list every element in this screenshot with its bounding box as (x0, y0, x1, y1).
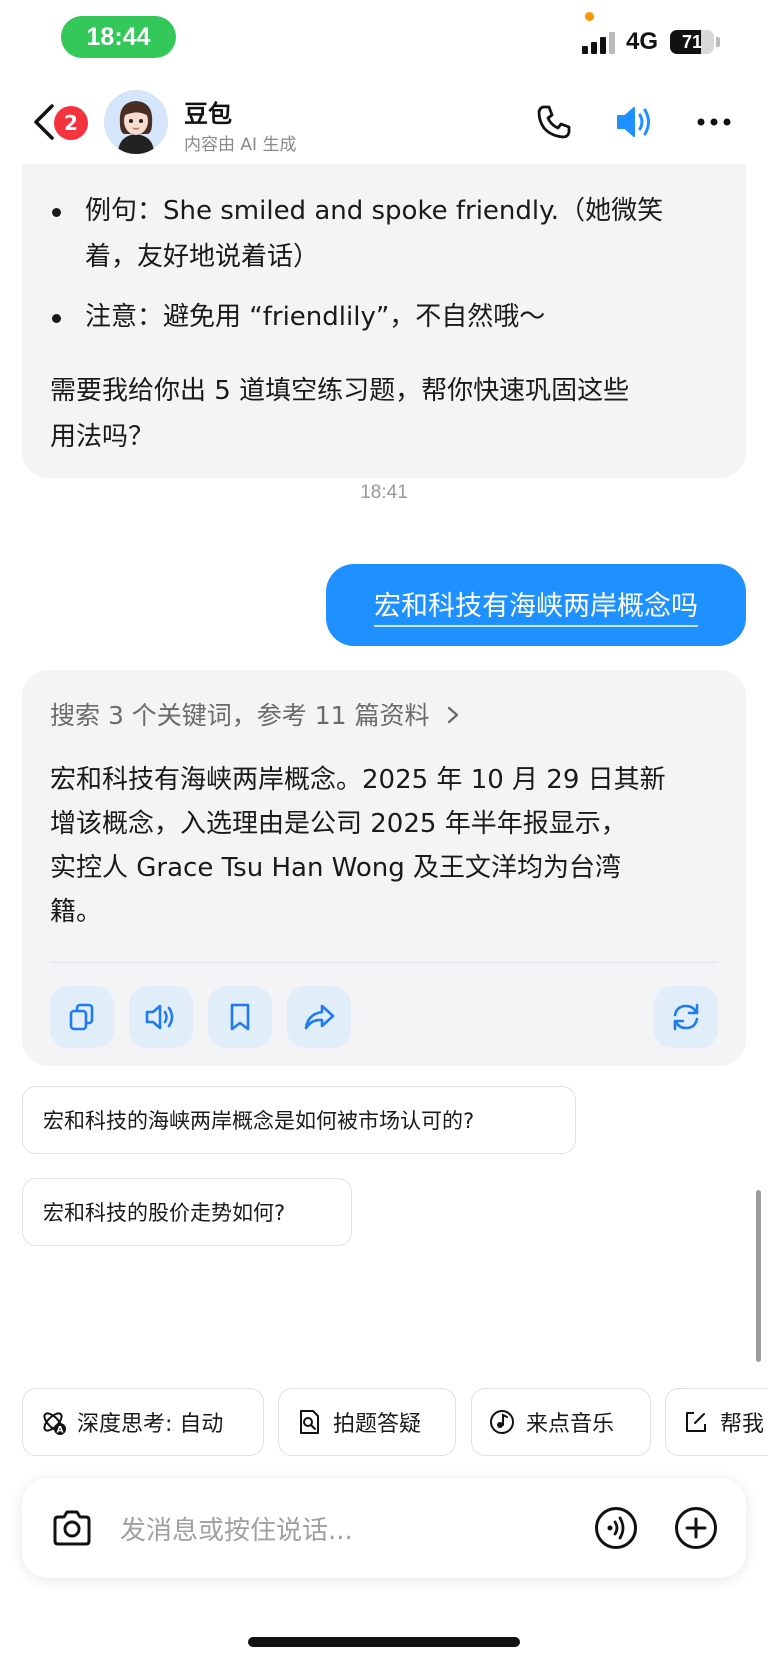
phone-icon (537, 105, 571, 139)
home-indicator[interactable] (248, 1637, 520, 1647)
chevron-right-icon (448, 706, 459, 724)
signal-icon (582, 32, 618, 54)
read-aloud-icon (145, 1004, 174, 1030)
bullet-line: 注意：避免用 “friendlily”，不自然哦～ (85, 302, 546, 332)
bot-name: 豆包 (184, 100, 232, 128)
bullet-text: 注意：避免用 “friendlily”，不自然哦～ (85, 294, 695, 340)
paragraph-line: 需要我给你出 5 道填空练习题，帮你快速巩固这些 (50, 376, 630, 406)
reply-line: 籍。 (50, 897, 103, 927)
scrollbar[interactable] (756, 1190, 761, 1362)
deep-think-chip[interactable]: A 深度思考: 自动 (22, 1388, 264, 1456)
divider (50, 962, 718, 963)
avatar[interactable] (104, 90, 168, 154)
more-button[interactable] (694, 102, 734, 142)
battery-cap (716, 37, 720, 47)
add-button[interactable] (674, 1506, 718, 1550)
user-message[interactable]: 宏和科技有海峡两岸概念吗 (326, 564, 746, 646)
voice-playback-toggle[interactable] (614, 102, 654, 142)
unread-badge: 2 (54, 106, 88, 140)
ai-paragraph: 需要我给你出 5 道填空练习题，帮你快速巩固这些 用法吗？ (50, 368, 740, 460)
regenerate-button[interactable] (654, 986, 718, 1048)
search-summary-text: 搜索 3 个关键词，参考 11 篇资料 (50, 701, 430, 730)
bullet-dot (52, 314, 61, 323)
svg-text:A: A (57, 1426, 64, 1436)
music-icon (490, 1410, 514, 1434)
photo-question-chip[interactable]: 拍题答疑 (278, 1388, 456, 1456)
chat-header: 2 豆包 内容由 AI 生成 (0, 80, 768, 164)
edit-icon (686, 1412, 706, 1432)
privacy-indicator-dot (585, 12, 594, 21)
chip-label: 拍题答疑 (333, 1412, 422, 1437)
voice-icon (595, 1507, 637, 1549)
photo-question-icon (300, 1410, 319, 1434)
bookmark-button[interactable] (208, 986, 272, 1048)
voice-button[interactable] (594, 1506, 638, 1550)
suggestion-text: 宏和科技的海峡两岸概念是如何被市场认可的? (43, 1109, 475, 1133)
copy-button[interactable] (50, 986, 114, 1048)
suggestion-chip[interactable]: 宏和科技的海峡两岸概念是如何被市场认可的? (22, 1086, 576, 1154)
message-input-bar: 发消息或按住说话... (22, 1478, 746, 1578)
status-time: 18:44 (61, 16, 176, 58)
message-timestamp: 18:41 (360, 482, 408, 503)
suggestion-text: 宏和科技的股价走势如何? (43, 1201, 286, 1225)
suggestion-chip[interactable]: 宏和科技的股价走势如何? (22, 1178, 352, 1246)
regenerate-icon (673, 1003, 699, 1031)
share-button[interactable] (287, 986, 351, 1048)
copy-icon (69, 1003, 94, 1031)
battery-percent: 71 (681, 31, 703, 52)
bullet-dot (52, 208, 61, 217)
bullet-line: 例句：She smiled and spoke friendly.（她微笑 (85, 196, 664, 226)
paragraph-line: 用法吗？ (50, 422, 155, 452)
camera-button[interactable] (50, 1508, 94, 1548)
add-icon (675, 1507, 717, 1549)
share-icon (304, 1004, 335, 1030)
status-bar: 18:44 4G 71 (0, 0, 768, 80)
reply-line: 增该概念，入选理由是公司 2025 年半年报显示， (50, 809, 627, 839)
user-message-text: 宏和科技有海峡两岸概念吗 (374, 584, 698, 627)
reply-line: 实控人 Grace Tsu Han Wong 及王文洋均为台湾 (50, 853, 622, 883)
deep-think-icon: A (43, 1412, 66, 1436)
read-aloud-button[interactable] (129, 986, 193, 1048)
more-icon (697, 118, 731, 126)
ai-disclaimer: 内容由 AI 生成 (184, 135, 297, 155)
help-write-chip[interactable]: 帮我 (665, 1388, 768, 1456)
bullet-text: 例句：She smiled and spoke friendly.（她微笑 着，… (85, 188, 695, 280)
speaker-icon (617, 107, 650, 137)
bookmark-icon (230, 1003, 250, 1031)
search-summary-link[interactable]: 搜索 3 个关键词，参考 11 篇资料 (50, 696, 463, 732)
bullet-line: 着，友好地说着话） (85, 242, 320, 272)
chip-label: 来点音乐 (526, 1412, 615, 1437)
ai-message-reply: 搜索 3 个关键词，参考 11 篇资料 宏和科技有海峡两岸概念。2025 年 1… (22, 670, 746, 1066)
avatar-image (104, 90, 168, 154)
reply-line: 宏和科技有海峡两岸概念。2025 年 10 月 29 日其新 (50, 765, 666, 795)
music-chip[interactable]: 来点音乐 (471, 1388, 651, 1456)
call-button[interactable] (534, 102, 574, 142)
chip-label: 深度思考: 自动 (77, 1412, 224, 1437)
ai-message-previous: 例句：She smiled and spoke friendly.（她微笑 着，… (22, 164, 746, 478)
network-type: 4G (626, 28, 659, 55)
message-input[interactable]: 发消息或按住说话... (120, 1510, 353, 1547)
chip-label: 帮我 (720, 1412, 765, 1437)
camera-icon (53, 1510, 91, 1546)
ai-reply-text: 宏和科技有海峡两岸概念。2025 年 10 月 29 日其新 增该概念，入选理由… (50, 758, 740, 934)
battery-icon: 71 (670, 30, 714, 54)
